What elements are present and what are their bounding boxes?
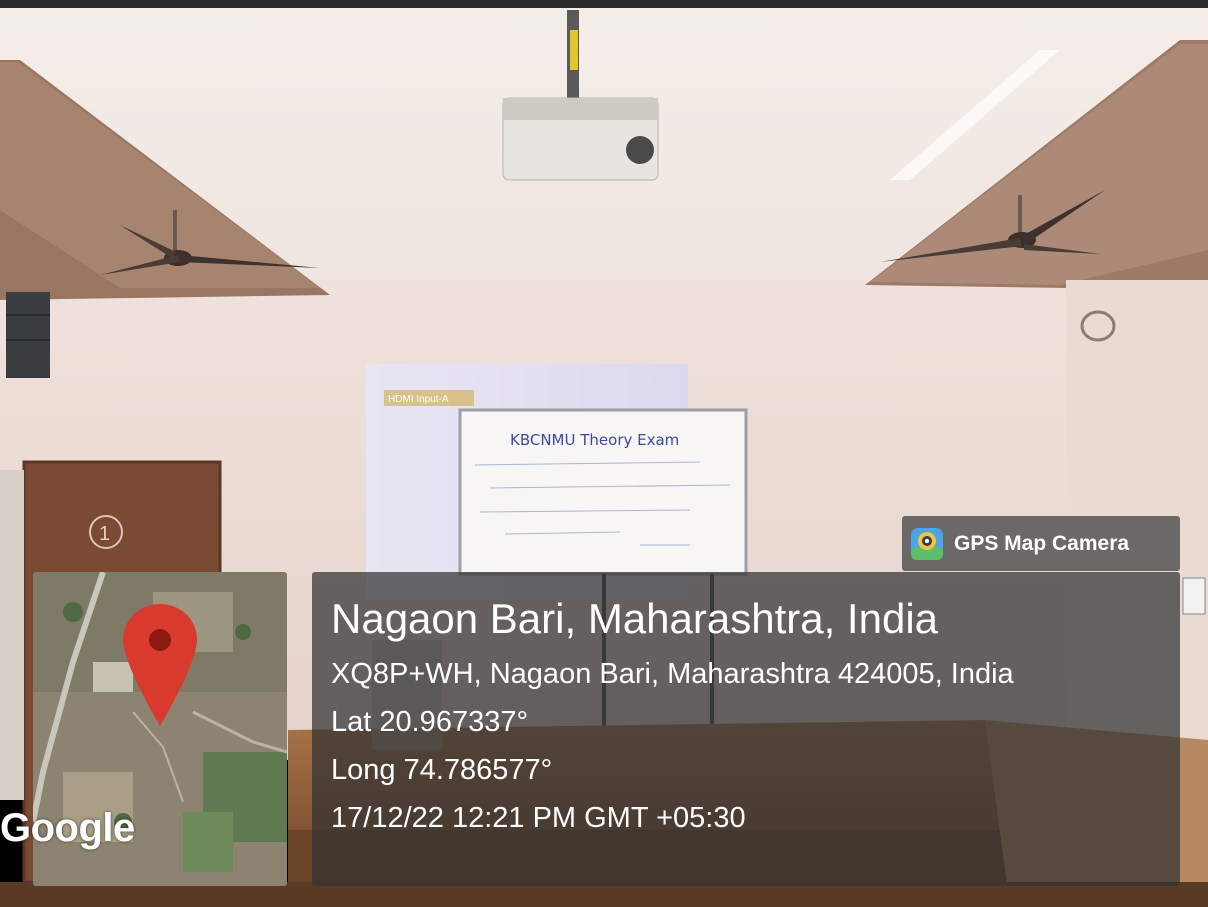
google-logo-text: Google: [0, 806, 135, 850]
longitude: Long 74.786577°: [331, 754, 553, 786]
location-title: Nagaon Bari, Maharashtra, India: [331, 595, 939, 642]
app-name: GPS Map Camera: [954, 531, 1130, 555]
door-number: 1: [99, 523, 110, 545]
projector-input-label: HDMI Input-A: [388, 394, 449, 405]
location-info-panel: Nagaon Bari, Maharashtra, India XQ8P+WH,…: [312, 572, 1180, 886]
datetime: 17/12/22 12:21 PM GMT +05:30: [331, 802, 746, 834]
latitude: Lat 20.967337°: [331, 706, 529, 738]
whiteboard-text: KBCNMU Theory Exam: [510, 431, 679, 449]
gps-map-camera-badge: GPS Map Camera: [902, 516, 1180, 571]
map-pin-camera-icon: [911, 527, 943, 560]
address: XQ8P+WH, Nagaon Bari, Maharashtra 424005…: [331, 658, 1014, 690]
